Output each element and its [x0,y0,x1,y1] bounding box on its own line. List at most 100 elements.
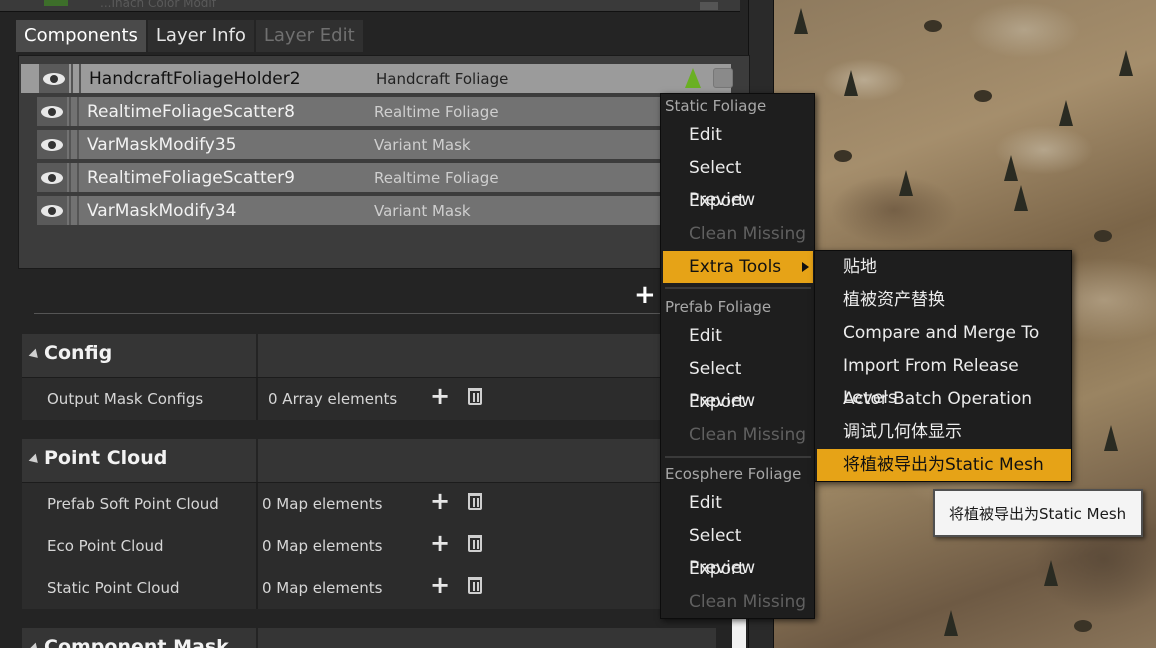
menu-item-ecosphere-select-preview[interactable]: Select Preview [663,520,813,578]
component-name: HandcraftFoliageHolder2 [89,68,301,89]
collapse-arrow-icon [28,642,42,648]
visibility-toggle[interactable] [37,130,67,159]
column-divider [256,439,258,482]
editor-root: ...Inach Color Modif Components Layer In… [0,0,1156,648]
trash-icon[interactable] [468,577,482,594]
visibility-toggle[interactable] [39,64,69,93]
tree-mesh [944,610,958,636]
menu-item-extra-tools[interactable]: Extra Tools [663,251,813,283]
property-value: 0 Map elements [262,495,383,513]
menu-item-static-select-preview[interactable]: Select Preview [663,152,813,210]
component-row[interactable]: RealtimeFoliageScatter8 Realtime Foliage [37,97,679,126]
component-row[interactable]: HandcraftFoliageHolder2 Handcraft Foliag… [21,64,733,93]
visibility-toggle[interactable] [37,97,67,126]
tab-components[interactable]: Components [16,20,146,52]
section-header-config[interactable]: Config [22,334,716,378]
menu-item-static-edit[interactable]: Edit [663,119,813,151]
menu-item-ecosphere-export[interactable]: Export [663,553,813,585]
visibility-toggle[interactable] [37,196,67,225]
submenu-item-export-static-mesh[interactable]: 将植被导出为Static Mesh [817,449,1071,481]
add-element-icon[interactable]: + [430,573,450,597]
column-divider [256,567,258,609]
menu-separator [665,287,811,289]
component-type: Variant Mask [374,201,471,220]
add-component-icon[interactable]: + [634,282,656,308]
submenu-item-compare-merge[interactable]: Compare and Merge To [817,317,1071,349]
eye-icon [41,105,63,118]
drag-handle[interactable] [71,64,81,93]
previous-item-button[interactable] [700,2,718,10]
visibility-toggle[interactable] [37,163,67,192]
submenu-item-snap-to-ground[interactable]: 贴地 [817,251,1071,283]
color-swatch [44,0,68,6]
menu-item-ecosphere-clean-missing: Clean Missing [689,592,807,612]
menu-item-static-export[interactable]: Export [663,185,813,217]
property-row-static-point-cloud: Static Point Cloud 0 Map elements + [22,567,716,609]
menu-section-ecosphere-foliage: Ecosphere Foliage [665,465,802,483]
component-name: RealtimeFoliageScatter9 [87,167,295,188]
add-element-icon[interactable]: + [430,384,450,408]
submenu-item-actor-batch-operation[interactable]: Actor Batch Operation [817,383,1071,415]
submenu-item-debug-geometry[interactable]: 调试几何体显示 [817,416,1071,448]
component-name: RealtimeFoliageScatter8 [87,101,295,122]
section-title: Config [44,342,113,364]
add-element-icon[interactable]: + [430,531,450,555]
tab-bar: Components Layer Info Layer Edit [16,20,363,52]
property-row-eco-point-cloud: Eco Point Cloud 0 Map elements + [22,525,716,567]
section-header-component-mask[interactable]: Component Mask [22,628,716,648]
drag-handle[interactable] [69,97,79,126]
component-row[interactable]: VarMaskModify35 Variant Mask [37,130,679,159]
property-label: Eco Point Cloud [47,537,164,555]
tree-mesh [1044,560,1058,586]
section-header-point-cloud[interactable]: Point Cloud [22,439,716,483]
context-menu: Static Foliage Edit Select Preview Expor… [660,93,815,619]
trash-icon[interactable] [468,493,482,510]
menu-section-prefab-foliage: Prefab Foliage [665,298,772,316]
collapse-arrow-icon [28,453,42,467]
menu-item-prefab-export[interactable]: Export [663,386,813,418]
component-list: HandcraftFoliageHolder2 Handcraft Foliag… [18,55,750,269]
tree-mesh [1104,425,1118,451]
drag-handle[interactable] [69,196,79,225]
component-options-button[interactable] [713,68,733,88]
tree-mesh [1119,50,1133,76]
eye-icon [41,171,63,184]
menu-section-static-foliage: Static Foliage [665,97,767,115]
tree-mesh [1004,155,1018,181]
menu-item-static-clean-missing: Clean Missing [689,224,807,244]
drag-handle[interactable] [69,130,79,159]
component-name: VarMaskModify34 [87,200,237,221]
menu-item-prefab-select-preview[interactable]: Select Preview [663,353,813,411]
trash-icon[interactable] [468,535,482,552]
menu-item-ecosphere-edit[interactable]: Edit [663,487,813,519]
tree-mesh [1014,185,1028,211]
collapse-arrow-icon [28,348,42,362]
submenu-item-replace-foliage-asset[interactable]: 植被资产替换 [817,284,1071,316]
component-name: VarMaskModify35 [87,134,237,155]
section-title: Point Cloud [44,447,168,469]
column-divider [256,483,258,525]
component-type: Handcraft Foliage [376,69,509,88]
component-type: Realtime Foliage [374,168,499,187]
component-type: Variant Mask [374,135,471,154]
rock-mesh [1094,230,1112,242]
component-row[interactable]: RealtimeFoliageScatter9 Realtime Foliage [37,163,679,192]
rock-mesh [924,20,942,32]
add-element-icon[interactable]: + [430,489,450,513]
menu-item-prefab-edit[interactable]: Edit [663,320,813,352]
column-divider [256,378,258,420]
divider [34,313,714,314]
component-row[interactable]: VarMaskModify34 Variant Mask [37,196,679,225]
tab-layer-info[interactable]: Layer Info [147,20,254,52]
rock-mesh [974,90,992,102]
submenu-arrow-icon [802,262,809,272]
column-divider [256,628,258,648]
foliage-tree-icon [685,68,701,88]
trash-icon[interactable] [468,388,482,405]
menu-separator [665,456,811,458]
previous-item-bar: ...Inach Color Modif [0,0,740,12]
submenu-item-import-release-levels[interactable]: Import From Release Levels [817,350,1071,408]
property-value: 0 Map elements [262,579,383,597]
drag-handle[interactable] [69,163,79,192]
property-label: Prefab Soft Point Cloud [47,495,219,513]
